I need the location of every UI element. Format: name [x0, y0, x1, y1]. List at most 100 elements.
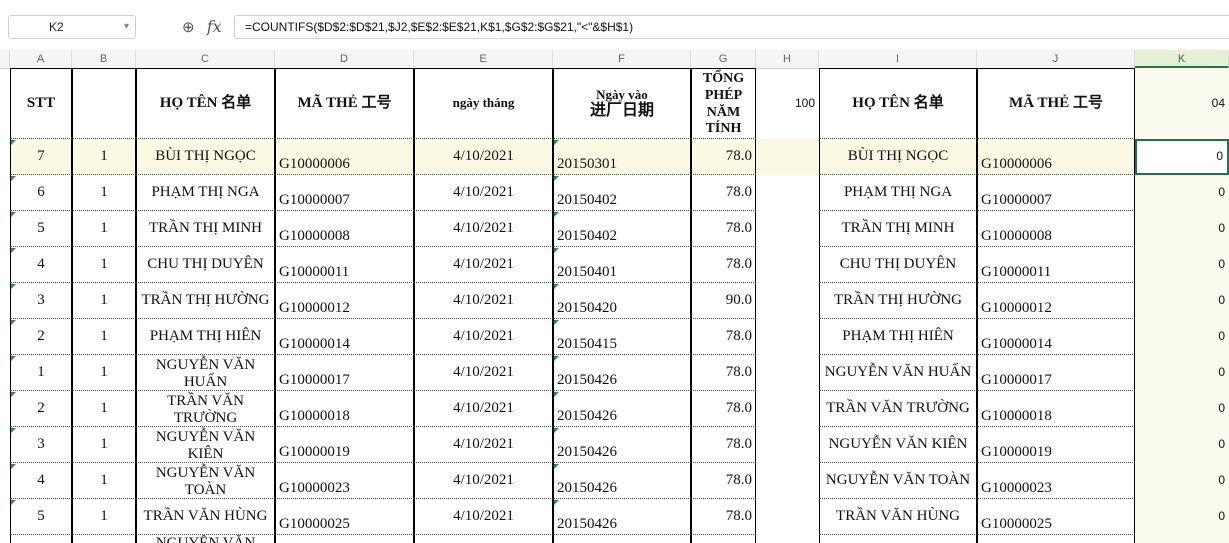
cell-ngay-thang[interactable]: 4/10/2021 — [414, 355, 553, 391]
cell-h[interactable] — [756, 355, 819, 391]
header-stt[interactable]: STT — [10, 68, 72, 139]
header-ma-the[interactable]: MÃ THẺ 工号 — [275, 68, 414, 139]
cell-k[interactable]: 0 — [1135, 319, 1229, 355]
cell-ma-the-2[interactable]: G10000025 — [977, 499, 1135, 535]
cell-stt[interactable]: 1 — [10, 355, 72, 391]
cell-h[interactable] — [756, 319, 819, 355]
header-h1-value[interactable]: 100 — [756, 68, 819, 139]
cell-b[interactable]: 1 — [72, 499, 136, 535]
cell-tong-phep[interactable]: 78.0 — [691, 355, 756, 391]
cell-ho-ten-2[interactable]: TRẦN THỊ MINH — [819, 211, 977, 247]
cell-ma-the[interactable]: G10000017 — [275, 355, 414, 391]
cell-ngay-thang[interactable]: 4/10/2021 — [414, 247, 553, 283]
cell-k[interactable]: 0 — [1135, 211, 1229, 247]
column-header-f[interactable]: F — [553, 50, 691, 68]
cell-b[interactable]: 1 — [72, 355, 136, 391]
function-icon[interactable]: fx — [207, 15, 222, 39]
cell-ngay-vao[interactable]: 20150426 — [553, 427, 691, 463]
cell-ho-ten-2[interactable]: TRẦN THỊ HƯỜNG — [819, 283, 977, 319]
cell-ma-the-2[interactable]: G10000023 — [977, 463, 1135, 499]
cell-ngay-vao[interactable]: 20150301 — [553, 139, 691, 175]
column-header-i[interactable]: I — [819, 50, 977, 68]
column-header-c[interactable]: C — [136, 50, 275, 68]
cell-ma-the[interactable]: G10000018 — [275, 391, 414, 427]
cell-h[interactable] — [756, 175, 819, 211]
cell-partial[interactable] — [553, 535, 691, 543]
cell-b[interactable]: 1 — [72, 319, 136, 355]
header-ho-ten-2[interactable]: HỌ TÊN 名单 — [819, 68, 977, 139]
cell-ho-ten[interactable]: TRẦN THỊ HƯỜNG — [136, 283, 275, 319]
cell-b[interactable]: 1 — [72, 463, 136, 499]
cell-ma-the[interactable]: G10000012 — [275, 283, 414, 319]
cell-tong-phep[interactable]: 78.0 — [691, 211, 756, 247]
cell-ho-ten[interactable]: TRẦN VĂN HÙNG — [136, 499, 275, 535]
cell-stt[interactable]: 3 — [10, 283, 72, 319]
column-header-j[interactable]: J — [977, 50, 1135, 68]
cell-ngay-thang[interactable]: 4/10/2021 — [414, 211, 553, 247]
formula-input[interactable]: =COUNTIFS($D$2:$D$21,$J2,$E$2:$E$21,K$1,… — [234, 15, 1229, 39]
cell-ma-the-2[interactable]: G10000012 — [977, 283, 1135, 319]
cell-ma-the-2[interactable]: G10000011 — [977, 247, 1135, 283]
cell-ngay-vao[interactable]: 20150420 — [553, 283, 691, 319]
cell-tong-phep[interactable]: 78.0 — [691, 499, 756, 535]
header-ngay-vao[interactable]: Ngày vào 进厂日期 — [553, 68, 691, 139]
header-k1-value[interactable]: 04 — [1135, 68, 1229, 139]
cell-ho-ten-2[interactable]: TRẦN VĂN TRƯỜNG — [819, 391, 977, 427]
cell-tong-phep[interactable]: 78.0 — [691, 175, 756, 211]
cell-k[interactable]: 0 — [1135, 283, 1229, 319]
header-ma-the-2[interactable]: MÃ THẺ 工号 — [977, 68, 1135, 139]
column-header-d[interactable]: D — [275, 50, 414, 68]
cell-ho-ten-2[interactable]: NGUYỄN VĂN KIÊN — [819, 427, 977, 463]
cell-ngay-thang[interactable]: 4/10/2021 — [414, 139, 553, 175]
header-ngay-thang[interactable]: ngày tháng — [414, 68, 553, 139]
cell-ngay-vao[interactable]: 20150402 — [553, 175, 691, 211]
cell-k[interactable]: 0 — [1135, 391, 1229, 427]
cell-partial[interactable] — [819, 535, 977, 543]
cell-ngay-thang[interactable]: 4/10/2021 — [414, 427, 553, 463]
cell-tong-phep[interactable]: 90.0 — [691, 283, 756, 319]
cell-ma-the-2[interactable]: G10000017 — [977, 355, 1135, 391]
cell-ngay-vao[interactable]: 20150426 — [553, 499, 691, 535]
cell-k[interactable]: 0 — [1135, 499, 1229, 535]
cell-ngay-vao[interactable]: 20150426 — [553, 391, 691, 427]
header-ho-ten[interactable]: HỌ TÊN 名单 — [136, 68, 275, 139]
cell-stt[interactable]: 2 — [10, 319, 72, 355]
cell-h[interactable] — [756, 463, 819, 499]
cell-b[interactable]: 1 — [72, 283, 136, 319]
column-header-k[interactable]: K — [1135, 50, 1229, 68]
cell-h[interactable] — [756, 211, 819, 247]
cell-ngay-thang[interactable]: 4/10/2021 — [414, 499, 553, 535]
cell-partial[interactable] — [275, 535, 414, 543]
cell-ho-ten-2[interactable]: PHẠM THỊ NGA — [819, 175, 977, 211]
cell-ho-ten-2[interactable]: PHẠM THỊ HIÊN — [819, 319, 977, 355]
cell-ngay-thang[interactable]: 4/10/2021 — [414, 391, 553, 427]
name-box[interactable]: K2 ▾ — [8, 15, 136, 39]
cell-ma-the-2[interactable]: G10000007 — [977, 175, 1135, 211]
cell-ho-ten[interactable]: BÙI THỊ NGỌC — [136, 139, 275, 175]
cell-tong-phep[interactable]: 78.0 — [691, 463, 756, 499]
cell-k[interactable]: 0 — [1135, 355, 1229, 391]
header-b[interactable] — [72, 68, 136, 139]
cell-stt[interactable]: 5 — [10, 499, 72, 535]
cell-stt[interactable]: 4 — [10, 247, 72, 283]
column-header-a[interactable]: A — [10, 50, 72, 68]
cell-b[interactable]: 1 — [72, 139, 136, 175]
cell-k[interactable]: 0 — [1135, 175, 1229, 211]
cell-ma-the-2[interactable]: G10000019 — [977, 427, 1135, 463]
chevron-down-icon[interactable]: ▾ — [124, 16, 129, 38]
cell-b[interactable]: 1 — [72, 391, 136, 427]
cell-partial[interactable] — [414, 535, 553, 543]
cell-h[interactable] — [756, 247, 819, 283]
cell-b[interactable]: 1 — [72, 427, 136, 463]
cell-ho-ten-2[interactable]: TRẦN VĂN HÙNG — [819, 499, 977, 535]
cell-ngay-thang[interactable]: 4/10/2021 — [414, 463, 553, 499]
column-header-h[interactable]: H — [756, 50, 819, 68]
cell-ngay-vao[interactable]: 20150402 — [553, 211, 691, 247]
cell-ho-ten[interactable]: TRẦN VĂN TRƯỜNG — [136, 391, 275, 427]
cell-k[interactable]: 0 — [1135, 427, 1229, 463]
cell-h[interactable] — [756, 139, 819, 175]
cell-ho-ten-2[interactable]: NGUYỄN VĂN HUẤN — [819, 355, 977, 391]
cell-tong-phep[interactable]: 78.0 — [691, 247, 756, 283]
cell-ma-the[interactable]: G10000019 — [275, 427, 414, 463]
cell-ho-ten-2[interactable]: NGUYỄN VĂN TOÀN — [819, 463, 977, 499]
